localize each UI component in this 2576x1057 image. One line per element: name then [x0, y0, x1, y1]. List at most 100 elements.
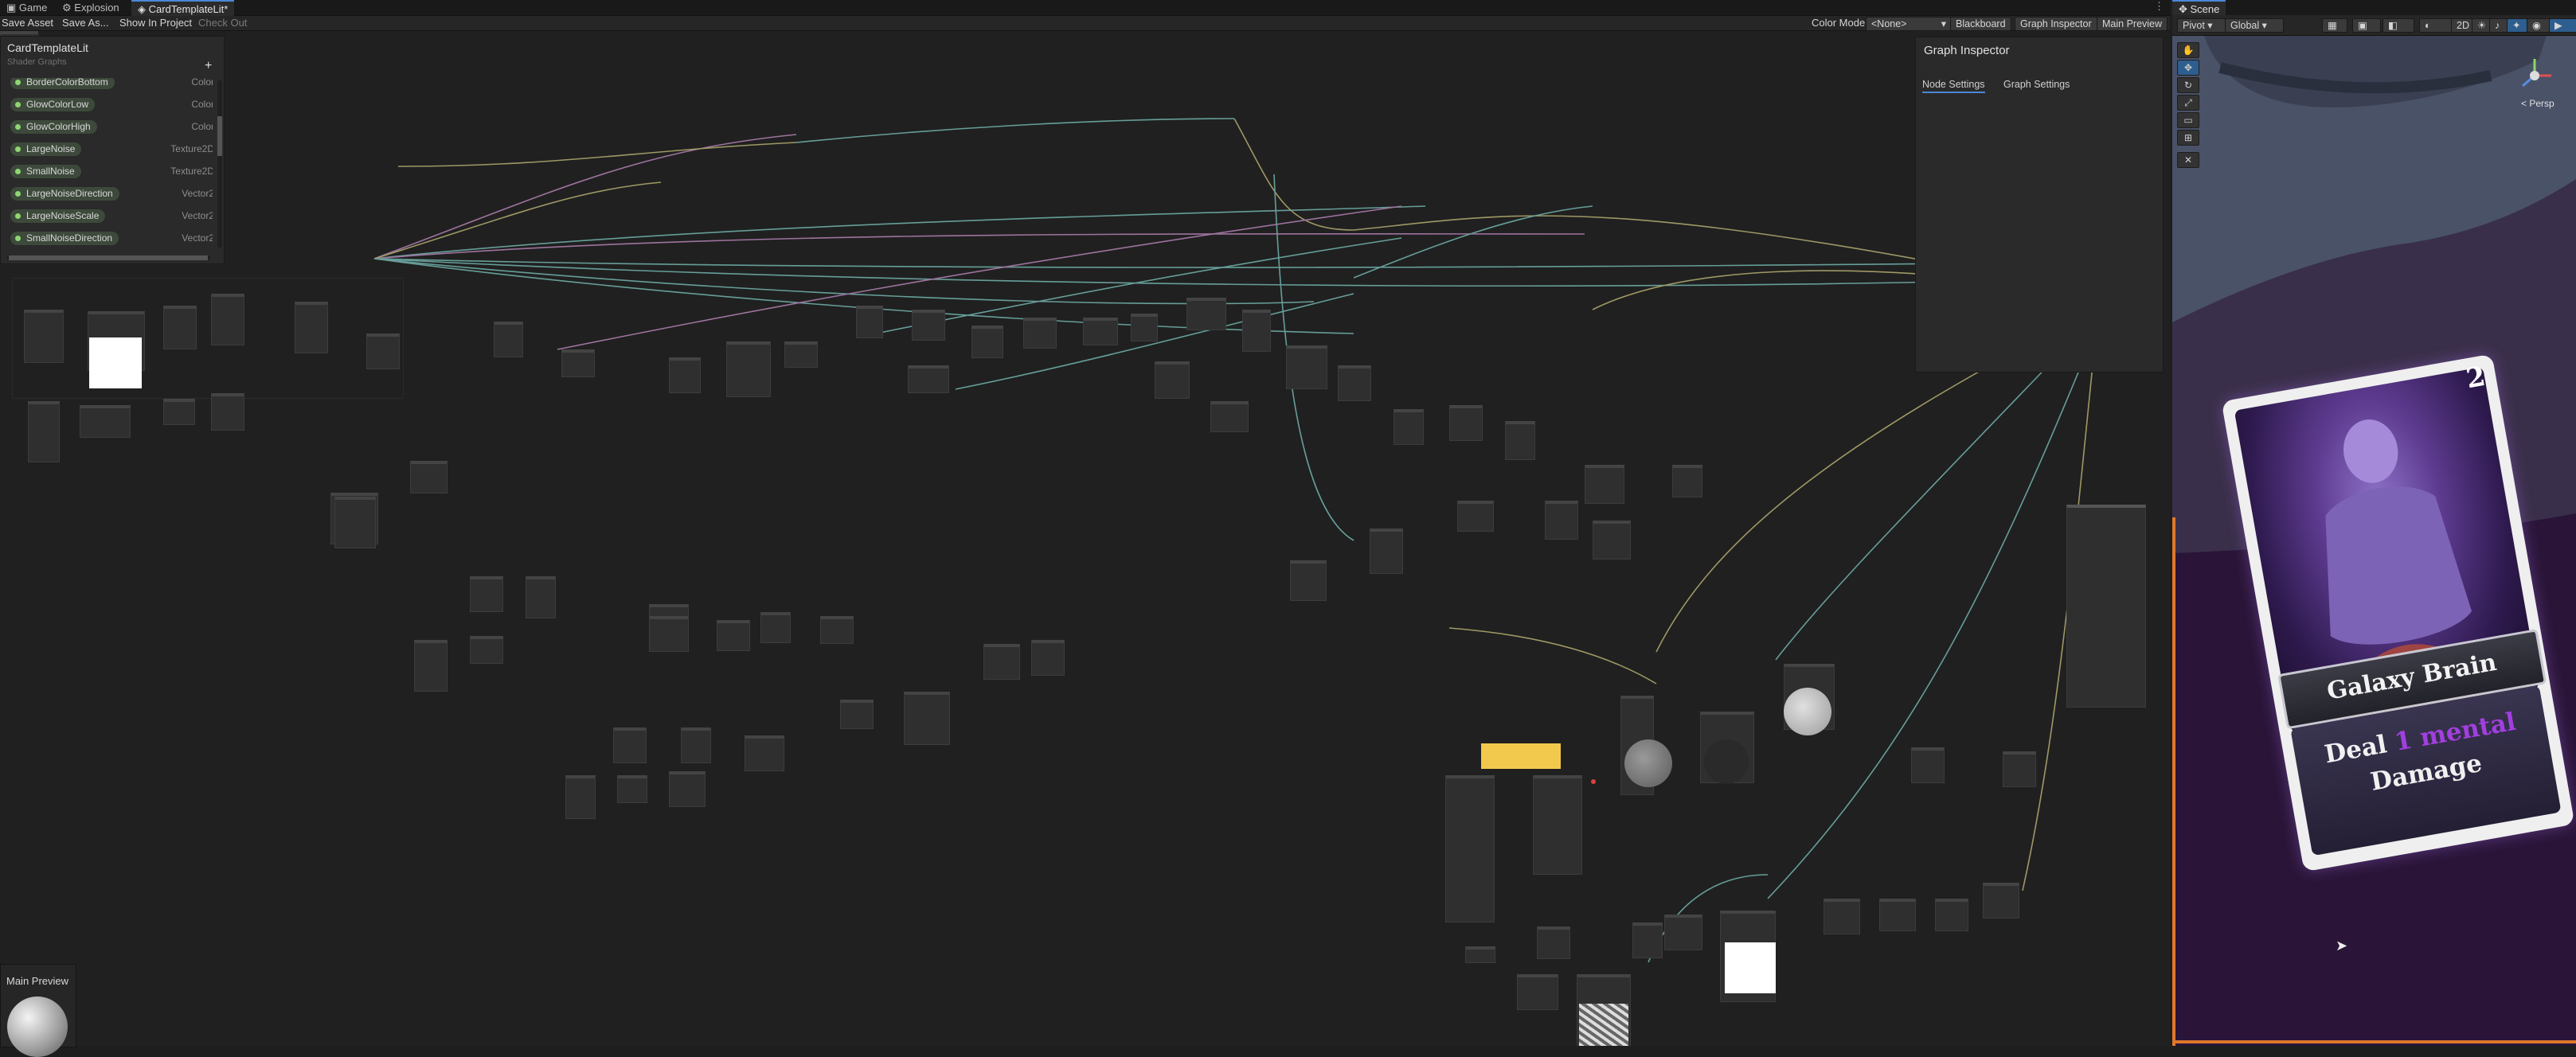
graph-node[interactable]: [1593, 521, 1631, 560]
master-stack-node[interactable]: [2066, 505, 2146, 708]
graph-node[interactable]: [1935, 899, 1968, 931]
custom-tool-icon[interactable]: ✕: [2177, 152, 2199, 168]
tab-game[interactable]: ▣ Game: [0, 0, 53, 15]
graph-node[interactable]: [726, 341, 771, 397]
graph-node[interactable]: [414, 640, 448, 692]
graph-node[interactable]: [760, 612, 791, 643]
tab-scene[interactable]: ✥ Scene: [2172, 0, 2226, 17]
shading-icon[interactable]: ◐: [2419, 18, 2453, 33]
graph-node[interactable]: [1083, 318, 1118, 345]
graph-node[interactable]: [1879, 899, 1916, 931]
vertical-scrollbar[interactable]: [217, 80, 222, 248]
graph-node[interactable]: [745, 735, 784, 771]
graph-node[interactable]: [1290, 560, 1327, 601]
graph-node[interactable]: [1983, 883, 2019, 919]
scale-tool-icon[interactable]: ⤢: [2177, 95, 2199, 111]
graph-node[interactable]: [1545, 501, 1578, 540]
scrollbar-thumb[interactable]: [9, 255, 208, 260]
graph-node[interactable]: [784, 341, 818, 368]
graph-node[interactable]: [163, 399, 195, 425]
shader-graph-canvas[interactable]: [0, 31, 2170, 1046]
graph-node[interactable]: [211, 294, 244, 345]
graph-node[interactable]: [1242, 310, 1271, 352]
transform-tool-icon[interactable]: ⊞: [2177, 130, 2199, 146]
graph-node[interactable]: [1186, 298, 1226, 330]
graph-node[interactable]: [28, 401, 60, 462]
graph-node[interactable]: [669, 357, 701, 393]
tab-explosion[interactable]: ⚙ Explosion: [56, 0, 126, 15]
graph-node[interactable]: [613, 727, 647, 763]
main-preview-toggle[interactable]: Main Preview: [2097, 17, 2168, 31]
tab-card-template-lit[interactable]: ◈ CardTemplateLit*: [131, 0, 235, 17]
move-tool-icon[interactable]: ✥: [2177, 60, 2199, 76]
graph-node[interactable]: [211, 393, 244, 431]
graph-node[interactable]: [617, 775, 647, 803]
draw-mode-icon[interactable]: ◧: [2383, 18, 2414, 33]
graph-node[interactable]: [1286, 345, 1327, 389]
graph-node[interactable]: [717, 620, 750, 651]
graph-node[interactable]: [1394, 409, 1424, 445]
graph-node[interactable]: [1505, 421, 1535, 460]
graph-node[interactable]: [1370, 528, 1403, 574]
rotate-tool-icon[interactable]: ↻: [2177, 77, 2199, 93]
color-mode-dropdown[interactable]: <None> ▾: [1866, 17, 1952, 31]
save-asset-button[interactable]: Save Asset: [2, 16, 53, 30]
horizontal-scrollbar[interactable]: [7, 255, 210, 260]
graph-node[interactable]: [1031, 640, 1065, 676]
view-tool-icon[interactable]: ✋: [2177, 42, 2199, 58]
graph-node[interactable]: [1824, 899, 1860, 934]
pivot-dropdown[interactable]: Pivot ▾: [2177, 18, 2231, 33]
tab-node-settings[interactable]: Node Settings: [1922, 79, 1985, 93]
graph-node[interactable]: [1672, 465, 1702, 497]
graph-node[interactable]: [912, 310, 945, 341]
graph-node[interactable]: [649, 616, 689, 652]
graph-node[interactable]: [669, 771, 706, 807]
graph-node[interactable]: [1585, 465, 1624, 504]
scene-viewport[interactable]: ✋ ✥ ↻ ⤢ ▭ ⊞ ✕ < Persp 2 Galaxy Brain Dea…: [2172, 36, 2576, 1046]
graph-node[interactable]: [366, 333, 400, 369]
graph-inspector-toggle[interactable]: Graph Inspector: [2015, 17, 2097, 31]
orientation-gizmo[interactable]: [2515, 56, 2555, 96]
check-out-button[interactable]: Check Out: [198, 16, 247, 30]
graph-node[interactable]: [1632, 922, 1663, 958]
graph-node[interactable]: [983, 644, 1020, 680]
main-preview-panel[interactable]: Main Preview: [0, 964, 76, 1057]
graph-node[interactable]: [334, 497, 376, 548]
graph-node[interactable]: [1664, 915, 1702, 950]
graph-node[interactable]: [561, 349, 595, 377]
graph-node[interactable]: [1537, 926, 1570, 959]
graph-node[interactable]: [2003, 751, 2036, 787]
node-group[interactable]: [12, 278, 404, 399]
graph-node[interactable]: [904, 692, 950, 745]
graph-node[interactable]: [1911, 747, 1945, 783]
graph-node[interactable]: [1465, 946, 1495, 963]
graph-node[interactable]: [1449, 405, 1483, 441]
graph-node[interactable]: [840, 700, 874, 729]
graph-node[interactable]: [1517, 974, 1558, 1010]
scrollbar-thumb[interactable]: [217, 116, 222, 156]
show-in-project-button[interactable]: Show In Project: [119, 16, 192, 30]
graph-node[interactable]: [1023, 318, 1057, 349]
add-property-button[interactable]: +: [205, 59, 212, 73]
grid-icon[interactable]: ▦: [2322, 18, 2347, 33]
global-dropdown[interactable]: Global ▾: [2225, 18, 2284, 33]
projection-label[interactable]: < Persp: [2521, 98, 2555, 109]
graph-node[interactable]: [856, 306, 883, 338]
graph-node[interactable]: [971, 326, 1003, 358]
graph-node[interactable]: [1445, 775, 1495, 922]
graph-node[interactable]: [1155, 361, 1190, 399]
graph-node[interactable]: [163, 306, 197, 349]
graph-node[interactable]: [681, 727, 711, 763]
graph-node[interactable]: [295, 302, 328, 353]
tab-graph-settings[interactable]: Graph Settings: [2003, 79, 2070, 90]
graph-node[interactable]: [1210, 401, 1249, 432]
graph-node[interactable]: [908, 365, 949, 393]
graph-node[interactable]: [494, 322, 523, 357]
graph-node[interactable]: [1457, 501, 1494, 532]
graph-node[interactable]: [820, 616, 854, 644]
graph-node[interactable]: [1338, 365, 1371, 401]
blackboard-toggle[interactable]: Blackboard: [1950, 17, 2011, 31]
graph-node[interactable]: [410, 461, 448, 493]
graph-node[interactable]: [470, 576, 503, 612]
graph-node[interactable]: [1131, 314, 1158, 341]
